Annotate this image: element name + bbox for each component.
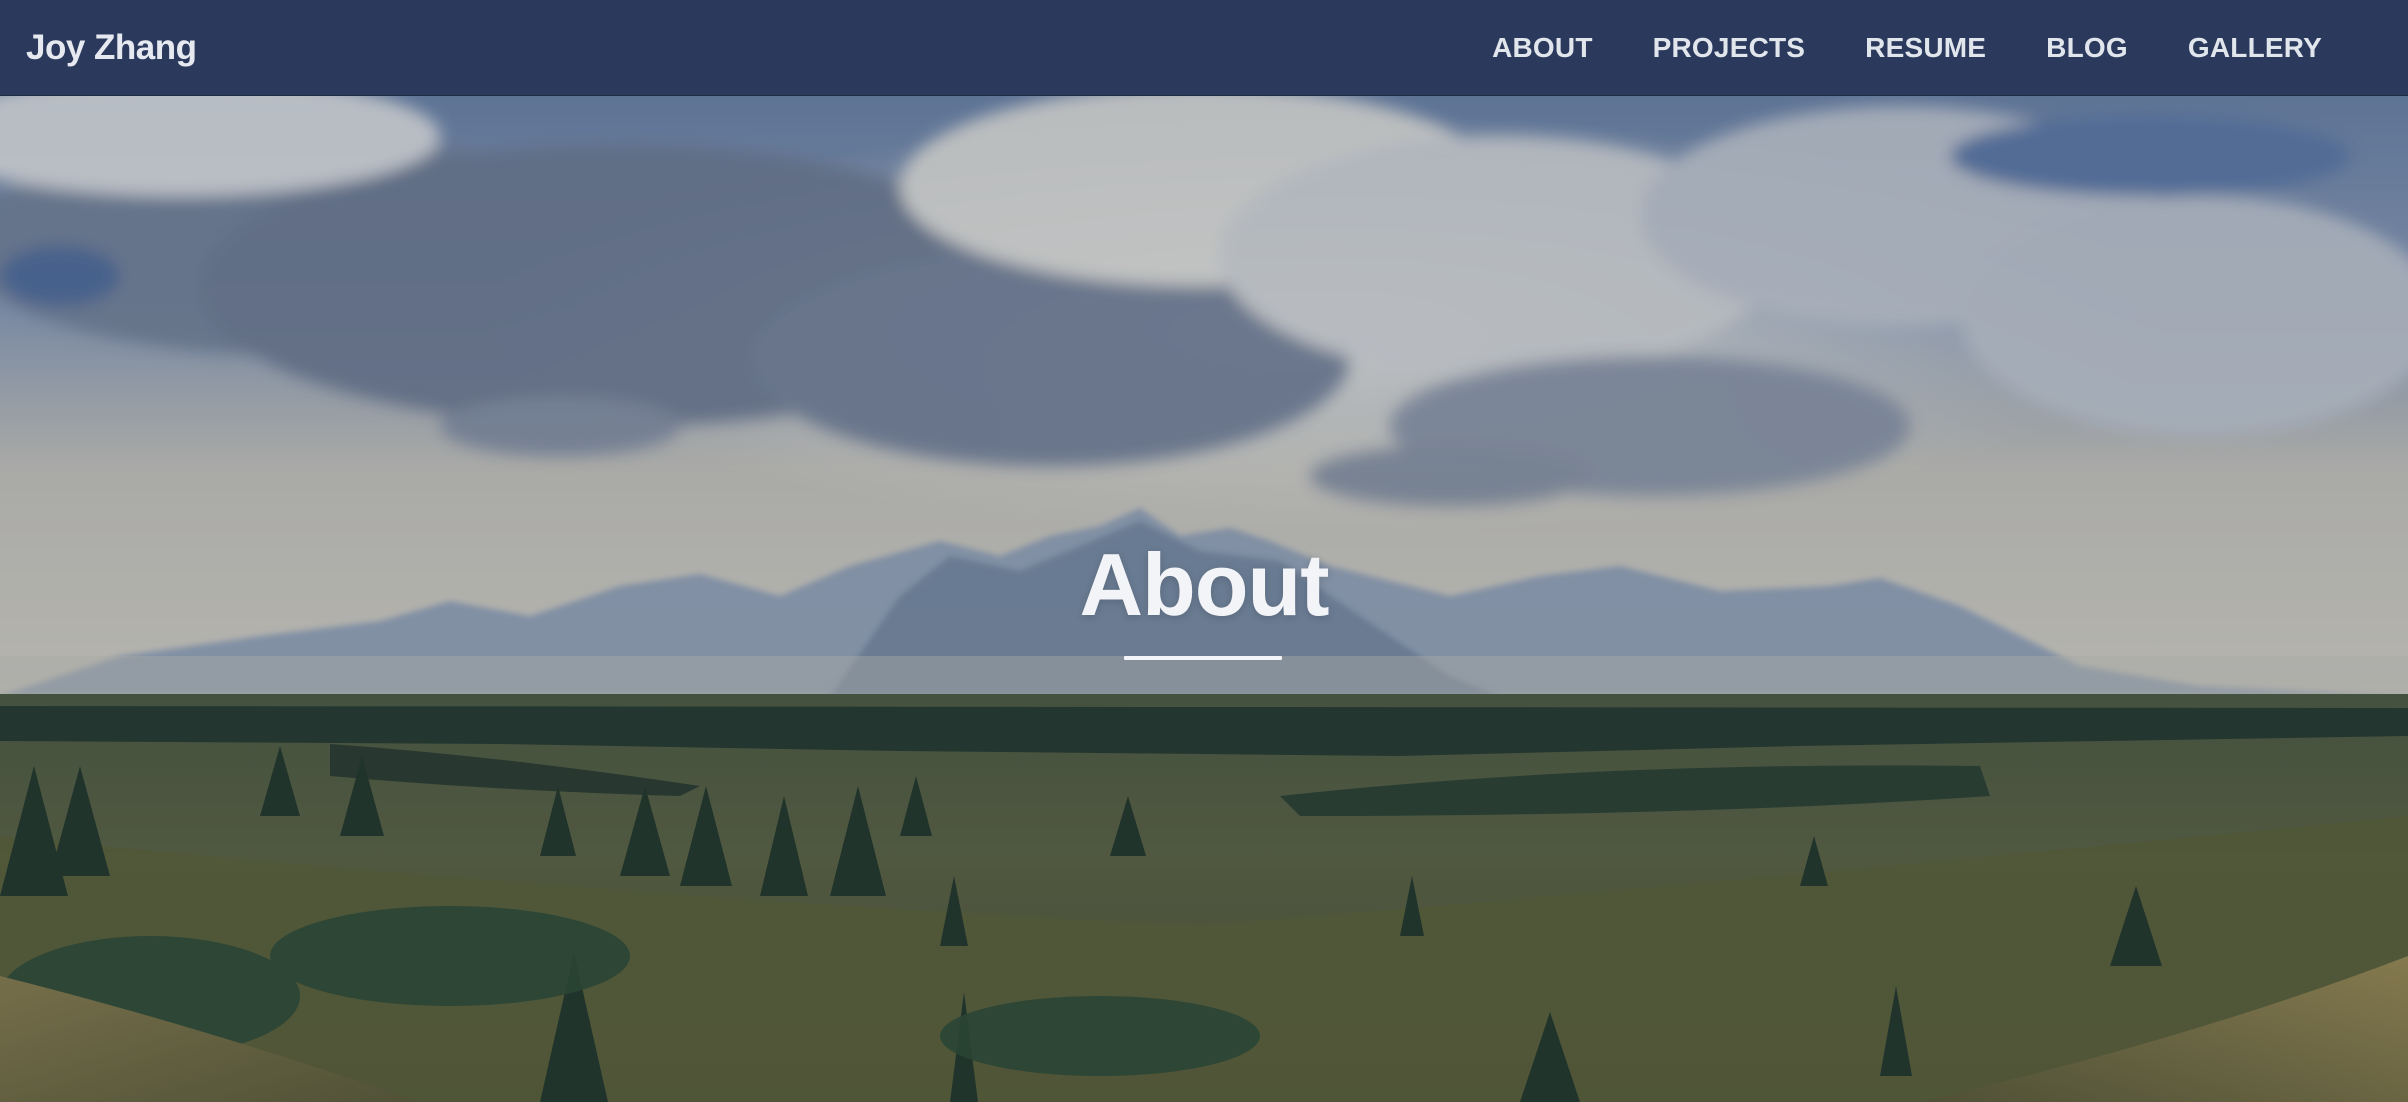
main-nav: ABOUT PROJECTS RESUME BLOG GALLERY (1432, 32, 2322, 64)
nav-about-link[interactable]: ABOUT (1492, 32, 1593, 64)
top-navbar: Joy Zhang ABOUT PROJECTS RESUME BLOG GAL… (0, 0, 2408, 96)
nav-resume-link[interactable]: RESUME (1865, 32, 1986, 64)
hero-banner: About (0, 96, 2408, 1102)
hero-title: About (1079, 535, 1329, 634)
nav-gallery-link[interactable]: GALLERY (2188, 32, 2322, 64)
nav-projects-link[interactable]: PROJECTS (1653, 32, 1806, 64)
site-brand-link[interactable]: Joy Zhang (26, 28, 197, 68)
nav-blog-link[interactable]: BLOG (2046, 32, 2128, 64)
hero-title-underline (1124, 656, 1282, 660)
